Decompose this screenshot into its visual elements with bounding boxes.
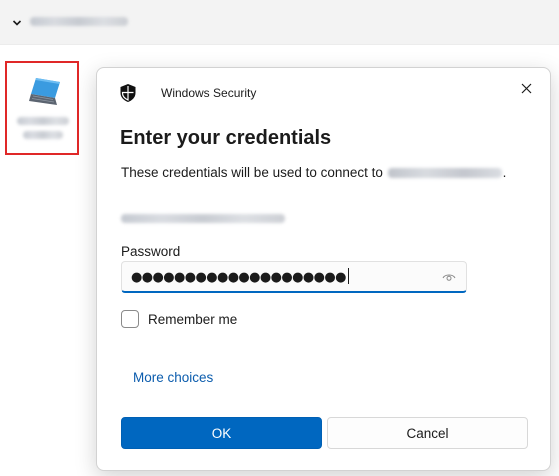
chevron-down-icon[interactable] <box>12 18 22 28</box>
dialog-heading: Enter your credentials <box>120 127 332 149</box>
desktop-icon-label-line2 <box>23 131 63 139</box>
password-field[interactable]: ●●●●●●●●●●●●●●●●●●●● <box>121 261 467 293</box>
remember-me-checkbox[interactable] <box>121 310 139 328</box>
shield-icon <box>120 84 136 102</box>
close-button[interactable] <box>512 74 540 102</box>
dialog-description: These credentials will be used to connec… <box>121 165 506 180</box>
credentials-dialog: Windows Security Enter your credentials … <box>96 67 551 471</box>
description-suffix: . <box>502 165 507 180</box>
desktop-icon-label-line1 <box>17 117 69 125</box>
breadcrumb-blurred[interactable] <box>30 17 128 26</box>
ok-button[interactable]: OK <box>121 417 322 449</box>
reveal-password-icon[interactable] <box>442 270 456 284</box>
computer-icon <box>29 78 60 105</box>
dialog-app-title: Windows Security <box>161 86 257 100</box>
description-prefix: These credentials will be used to connec… <box>121 165 383 180</box>
remote-desktop-shortcut[interactable] <box>5 61 79 155</box>
username-blurred <box>121 214 285 223</box>
server-name-blurred <box>387 168 502 179</box>
text-caret <box>347 268 349 284</box>
cancel-button[interactable]: Cancel <box>327 417 528 449</box>
remember-me-option[interactable]: Remember me <box>121 310 237 328</box>
remember-me-label: Remember me <box>148 311 238 327</box>
more-choices-link[interactable]: More choices <box>133 370 213 385</box>
explorer-address-bar <box>0 0 559 45</box>
password-label: Password <box>121 244 181 259</box>
close-icon <box>521 83 531 93</box>
password-value: ●●●●●●●●●●●●●●●●●●●● <box>131 268 349 285</box>
